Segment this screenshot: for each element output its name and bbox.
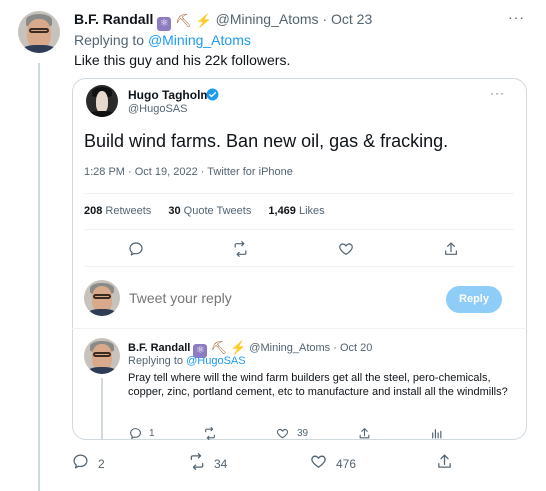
replying-prefix: Replying to [74, 32, 145, 48]
divider [72, 328, 527, 329]
like-icon[interactable] [276, 427, 289, 440]
quoted-tweet-meta[interactable]: 1:28 PM · Oct 19, 2022 · Twitter for iPh… [84, 166, 293, 178]
retweet-icon[interactable] [203, 427, 217, 440]
like-count: 39 [297, 428, 309, 439]
thread-line [38, 63, 40, 491]
retweet-icon[interactable] [188, 453, 206, 470]
divider [84, 193, 514, 194]
bolt-emoji: ⚡ [195, 13, 212, 28]
handle[interactable]: @Mining_Atoms [216, 11, 319, 27]
reply-count: 2 [98, 457, 105, 471]
share-icon[interactable] [436, 453, 453, 470]
retweets-stat[interactable]: 208 Retweets [84, 205, 151, 217]
replying-to: Replying to @Mining_Atoms [74, 32, 251, 48]
more-icon[interactable]: ··· [490, 86, 505, 100]
reply-icon[interactable] [129, 427, 142, 440]
display-name[interactable]: B.F. Randall [74, 11, 153, 27]
replying-to-handle[interactable]: @HugoSAS [186, 355, 245, 367]
retweet-icon[interactable] [232, 241, 249, 257]
avatar-bf-randall-reply[interactable] [84, 338, 120, 374]
avatar-hugo[interactable] [86, 85, 118, 117]
like-count: 476 [336, 457, 357, 471]
reply-replying-to: Replying to @HugoSAS [128, 355, 246, 367]
reply-button[interactable]: Reply [446, 286, 502, 313]
quoted-tweet-text: Build wind farms. Ban new oil, gas & fra… [84, 131, 449, 151]
tweet-text: Like this guy and his 22k followers. [74, 52, 291, 68]
analytics-icon[interactable] [430, 427, 443, 440]
likes-stat[interactable]: 1,469 Likes [268, 205, 324, 217]
reply-count: 1 [149, 428, 155, 439]
quoted-display-name[interactable]: Hugo Tagholm [128, 88, 211, 102]
more-icon[interactable]: ··· [508, 9, 525, 25]
reply-icon[interactable] [128, 241, 144, 257]
retweet-count: 34 [214, 457, 228, 471]
atom-emoji: ⚛ [157, 17, 172, 31]
reply-handle[interactable]: @Mining_Atoms [249, 342, 330, 354]
share-icon[interactable] [358, 427, 371, 440]
composer-avatar[interactable] [84, 280, 120, 316]
replying-prefix: Replying to [128, 355, 184, 367]
quotes-stat[interactable]: 30 Quote Tweets [168, 205, 251, 217]
quoted-handle[interactable]: @HugoSAS [128, 103, 187, 115]
pick-emoji: ⛏ [210, 340, 227, 355]
reply-date[interactable]: Oct 20 [340, 342, 372, 354]
tweet-header: B.F. Randall ⚛ ⛏ ⚡ @Mining_Atoms · Oct 2… [74, 11, 373, 31]
engagement-stats: 208 Retweets 30 Quote Tweets 1,469 Likes [84, 205, 339, 217]
reply-icon[interactable] [72, 453, 89, 470]
divider [84, 229, 514, 230]
replying-to-handle[interactable]: @Mining_Atoms [148, 32, 251, 48]
like-icon[interactable] [338, 241, 354, 257]
pick-emoji: ⛏ [175, 13, 192, 28]
like-icon[interactable] [310, 453, 327, 470]
reply-input[interactable] [129, 290, 429, 306]
thread-line [101, 378, 103, 440]
reply-display-name[interactable]: B.F. Randall [128, 342, 190, 354]
reply-text: Pray tell where will the wind farm build… [128, 372, 508, 398]
avatar-bf-randall[interactable] [18, 11, 60, 53]
share-icon[interactable] [443, 241, 459, 257]
verified-icon [206, 88, 219, 101]
divider [84, 266, 514, 267]
tweet-date[interactable]: Oct 23 [331, 11, 372, 27]
bolt-emoji: ⚡ [230, 340, 247, 355]
